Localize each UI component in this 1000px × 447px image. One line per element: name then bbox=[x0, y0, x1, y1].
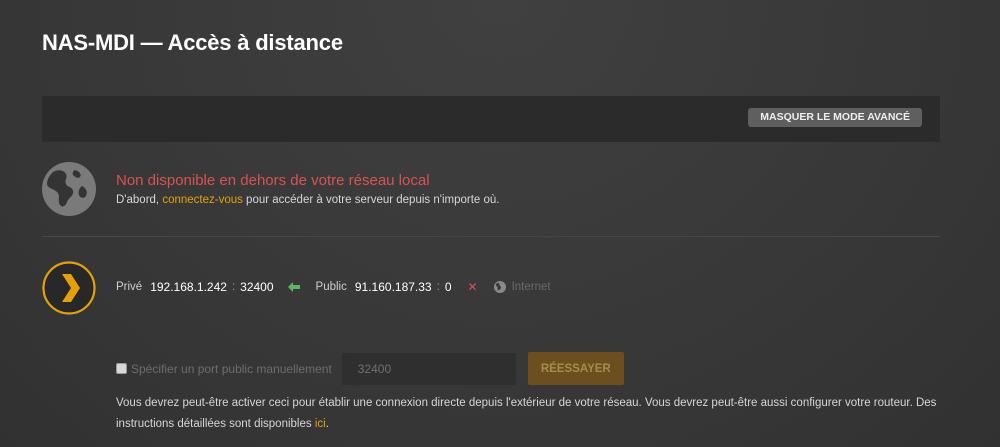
connect-link[interactable]: connectez-vous bbox=[162, 194, 243, 206]
manual-port-checkbox[interactable] bbox=[116, 363, 127, 374]
public-port-input[interactable] bbox=[341, 352, 516, 385]
public-ip: 91.160.187.33 bbox=[354, 280, 432, 294]
status-message-prefix: D'abord, bbox=[116, 194, 163, 206]
plex-logo-icon bbox=[42, 261, 96, 315]
manual-port-row: Spécifier un port public manuellement RÉ… bbox=[116, 352, 624, 385]
toolbar: MASQUER LE MODE AVANCÉ bbox=[42, 96, 940, 142]
private-ip: 192.168.1.242 bbox=[150, 280, 227, 294]
remote-access-status-title: Non disponible en dehors de votre réseau… bbox=[116, 172, 430, 189]
remote-access-status-message: D'abord, connectez-vous pour accéder à v… bbox=[116, 194, 499, 206]
arrow-left-icon bbox=[287, 282, 300, 292]
page-title: NAS-MDI — Accès à distance bbox=[42, 30, 343, 55]
connection-info: Privé 192.168.1.242 : 32400 Public 91.16… bbox=[116, 280, 551, 294]
private-port: 32400 bbox=[240, 280, 274, 294]
internet-label: Internet bbox=[511, 281, 551, 293]
public-port-separator: : bbox=[436, 281, 440, 293]
public-label: Public bbox=[315, 281, 347, 293]
hide-advanced-mode-button[interactable]: MASQUER LE MODE AVANCÉ bbox=[748, 108, 922, 127]
close-icon: ✕ bbox=[467, 280, 478, 294]
status-message-suffix: pour accéder à votre serveur depuis n'im… bbox=[242, 194, 500, 206]
help-text-suffix: . bbox=[325, 418, 329, 430]
globe-small-icon bbox=[493, 281, 506, 293]
divider bbox=[42, 236, 940, 237]
help-text: Vous devrez peut-être activer ceci pour … bbox=[116, 393, 956, 435]
private-label: Privé bbox=[116, 281, 143, 293]
globe-icon bbox=[42, 162, 96, 216]
retry-button[interactable]: RÉESSAYER bbox=[527, 352, 624, 385]
manual-port-checkbox-label: Spécifier un port public manuellement bbox=[131, 361, 332, 376]
public-port: 0 bbox=[444, 280, 452, 294]
instructions-link[interactable]: ici bbox=[315, 418, 326, 430]
help-text-body: Vous devrez peut-être activer ceci pour … bbox=[116, 397, 937, 430]
private-port-separator: : bbox=[231, 281, 236, 293]
